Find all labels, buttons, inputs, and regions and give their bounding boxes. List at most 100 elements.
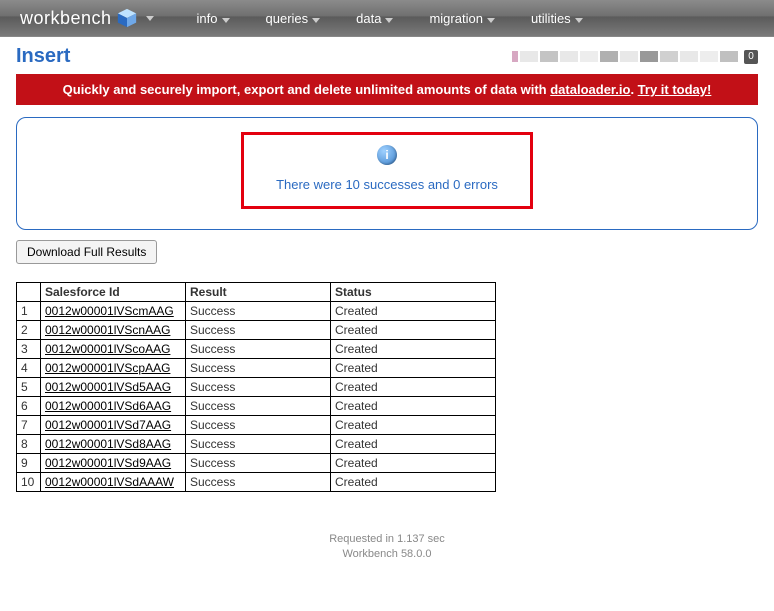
col-salesforce-id: Salesforce Id	[41, 283, 186, 302]
info-panel: i There were 10 successes and 0 errors	[16, 117, 758, 230]
nav-info[interactable]: info	[197, 11, 230, 26]
salesforce-id-link[interactable]: 0012w00001lVSd5AAG	[45, 380, 171, 394]
caret-down-icon	[385, 18, 393, 23]
swatch[interactable]	[620, 51, 638, 62]
cell-result: Success	[186, 473, 331, 492]
title-row: Insert 0	[0, 37, 774, 74]
cell-result: Success	[186, 416, 331, 435]
swatch[interactable]	[720, 51, 738, 62]
salesforce-id-link[interactable]: 0012w00001lVSd8AAG	[45, 437, 171, 451]
banner-link-dataloader[interactable]: dataloader.io	[550, 82, 630, 97]
caret-down-icon	[146, 16, 154, 21]
footer: Requested in 1.137 sec Workbench 58.0.0	[0, 532, 774, 563]
footer-timing: Requested in 1.137 sec	[0, 532, 774, 547]
cell-result: Success	[186, 359, 331, 378]
download-full-results-button[interactable]: Download Full Results	[16, 240, 157, 264]
swatch[interactable]	[512, 51, 518, 62]
banner-link-try[interactable]: Try it today!	[638, 82, 712, 97]
row-index: 10	[17, 473, 41, 492]
caret-down-icon	[222, 18, 230, 23]
cell-salesforce-id: 0012w00001lVScpAAG	[41, 359, 186, 378]
color-swatches[interactable]: 0	[512, 50, 758, 64]
table-row: 50012w00001lVSd5AAGSuccessCreated	[17, 378, 496, 397]
table-row: 80012w00001lVSd8AAGSuccessCreated	[17, 435, 496, 454]
salesforce-id-link[interactable]: 0012w00001lVSd7AAG	[45, 418, 171, 432]
swatch[interactable]	[680, 51, 698, 62]
results-table: Salesforce Id Result Status 1 0012w00001l…	[16, 282, 496, 492]
cell-salesforce-id: 0012w00001lVSd6AAG	[41, 397, 186, 416]
cell-result: Success	[186, 321, 331, 340]
cell-status: Created	[331, 397, 496, 416]
salesforce-id-link[interactable]: 0012w00001lVScoAAG	[45, 342, 170, 356]
cell-result: Success	[186, 378, 331, 397]
row-index: 3	[17, 340, 41, 359]
salesforce-id-link[interactable]: 0012w00001lVSd6AAG	[45, 399, 171, 413]
cell-status: Created	[331, 359, 496, 378]
info-box: i There were 10 successes and 0 errors	[241, 132, 533, 209]
cell-status: Created	[331, 321, 496, 340]
nav-migration[interactable]: migration	[429, 11, 494, 26]
cell-salesforce-id: 0012w00001lVSdAAAW	[41, 473, 186, 492]
col-result: Result	[186, 283, 331, 302]
banner-text: Quickly and securely import, export and …	[63, 82, 551, 97]
salesforce-id-link[interactable]: 0012w00001lVScpAAG	[45, 361, 170, 375]
info-icon: i	[377, 145, 397, 165]
nav-utilities[interactable]: utilities	[531, 11, 583, 26]
cell-result: Success	[186, 302, 331, 321]
cell-status: Created	[331, 416, 496, 435]
cell-status: Created	[331, 454, 496, 473]
swatch[interactable]	[520, 51, 538, 62]
table-row: 10 0012w00001lVSdAAAW SuccessCreated	[17, 473, 496, 492]
brand[interactable]: workbench	[20, 7, 154, 29]
cell-salesforce-id: 0012w00001lVSd9AAG	[41, 454, 186, 473]
caret-down-icon	[575, 18, 583, 23]
cell-salesforce-id: 0012w00001lVSd8AAG	[41, 435, 186, 454]
caret-down-icon	[312, 18, 320, 23]
salesforce-id-link[interactable]: 0012w00001lVScmAAG	[45, 304, 174, 318]
cell-salesforce-id: 0012w00001lVSd7AAG	[41, 416, 186, 435]
swatch[interactable]	[700, 51, 718, 62]
cell-salesforce-id: 0012w00001lVScmAAG	[41, 302, 186, 321]
swatch[interactable]	[600, 51, 618, 62]
cell-status: Created	[331, 302, 496, 321]
promo-banner: Quickly and securely import, export and …	[16, 74, 758, 105]
badge-count: 0	[744, 50, 758, 64]
nav-data[interactable]: data	[356, 11, 393, 26]
caret-down-icon	[487, 18, 495, 23]
cube-icon	[116, 7, 138, 29]
cell-result: Success	[186, 454, 331, 473]
col-index	[17, 283, 41, 302]
swatch[interactable]	[560, 51, 578, 62]
cell-salesforce-id: 0012w00001lVScnAAG	[41, 321, 186, 340]
table-row: 2 0012w00001lVScnAAG SuccessCreated	[17, 321, 496, 340]
cell-result: Success	[186, 397, 331, 416]
info-message: There were 10 successes and 0 errors	[276, 177, 498, 192]
cell-status: Created	[331, 378, 496, 397]
row-index: 8	[17, 435, 41, 454]
cell-result: Success	[186, 340, 331, 359]
row-index: 4	[17, 359, 41, 378]
table-row: 9 0012w00001lVSd9AAG SuccessCreated	[17, 454, 496, 473]
table-header-row: Salesforce Id Result Status	[17, 283, 496, 302]
salesforce-id-link[interactable]: 0012w00001lVSdAAAW	[45, 475, 174, 489]
salesforce-id-link[interactable]: 0012w00001lVSd9AAG	[45, 456, 171, 470]
table-row: 4 0012w00001lVScpAAG SuccessCreated	[17, 359, 496, 378]
table-row: 1 0012w00001lVScmAAG SuccessCreated	[17, 302, 496, 321]
row-index: 6	[17, 397, 41, 416]
swatch[interactable]	[660, 51, 678, 62]
table-row: 6 0012w00001lVSd6AAG SuccessCreated	[17, 397, 496, 416]
cell-salesforce-id: 0012w00001lVScoAAG	[41, 340, 186, 359]
row-index: 2	[17, 321, 41, 340]
cell-status: Created	[331, 473, 496, 492]
nav-queries[interactable]: queries	[266, 11, 321, 26]
cell-salesforce-id: 0012w00001lVSd5AAG	[41, 378, 186, 397]
swatch[interactable]	[580, 51, 598, 62]
top-nav: workbench info queries data migration ut…	[0, 0, 774, 37]
row-index: 1	[17, 302, 41, 321]
swatch[interactable]	[640, 51, 658, 62]
swatch[interactable]	[540, 51, 558, 62]
cell-result: Success	[186, 435, 331, 454]
row-index: 9	[17, 454, 41, 473]
salesforce-id-link[interactable]: 0012w00001lVScnAAG	[45, 323, 170, 337]
row-index: 7	[17, 416, 41, 435]
